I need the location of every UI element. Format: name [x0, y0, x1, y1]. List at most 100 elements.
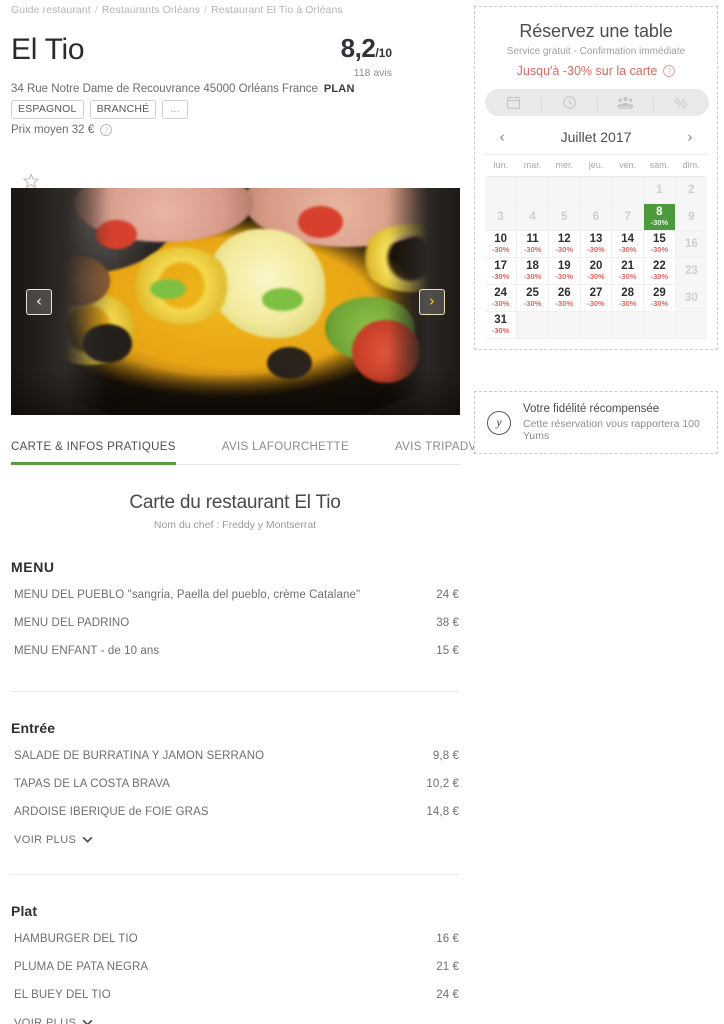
menu-item[interactable]: MENU ENFANT - de 10 ans 15 € [11, 637, 459, 665]
menu-item[interactable]: PLUMA DE PATA NEGRA 21 € [11, 953, 459, 981]
booking-step-offer[interactable]: % [653, 89, 709, 116]
calendar-cell-empty [580, 311, 613, 339]
breadcrumb-item-2[interactable]: Restaurant El Tio à Orléans [211, 4, 343, 16]
calendar-day-available[interactable]: 24 -30% [485, 284, 518, 312]
calendar-day-available[interactable]: 12 -30% [548, 230, 581, 258]
calendar-day-available[interactable]: 27 -30% [580, 284, 613, 312]
breadcrumb-item-1[interactable]: Restaurants Orléans [102, 4, 200, 16]
menu-item-name: MENU DEL PADRINO [14, 617, 130, 629]
calendar-week-row: 12 [485, 176, 707, 204]
calendar-day-unavailable: 2 [675, 176, 707, 204]
menu-item-price: 10,2 € [426, 778, 459, 790]
calendar-day-available[interactable]: 19 -30% [548, 257, 581, 285]
calendar-day-number: 10 [494, 233, 507, 245]
menu-title: Carte du restaurant El Tio [129, 492, 341, 513]
calendar-day-available[interactable]: 22 -30% [643, 257, 676, 285]
menu-item[interactable]: EL BUEY DEL TIO 24 € [11, 981, 459, 1009]
plan-link[interactable]: PLAN [324, 83, 355, 95]
people-icon [616, 96, 634, 109]
calendar-day-available[interactable]: 25 -30% [516, 284, 549, 312]
booking-steps: % [485, 89, 709, 116]
tag-ambiance[interactable]: BRANCHÉ [89, 100, 157, 119]
info-icon[interactable]: ? [663, 65, 676, 77]
calendar-day-unavailable: 7 [611, 203, 645, 231]
calendar-cell-empty [485, 176, 518, 204]
calendar-next-button[interactable]: › [681, 128, 699, 146]
breadcrumb: Guide restaurant / Restaurants Orléans / Res… [11, 4, 343, 16]
review-count[interactable]: 118 avis [242, 67, 392, 79]
menu-item[interactable]: ARDOISE IBERIQUE de FOIE GRAS 14,8 € [11, 798, 459, 826]
breadcrumb-item-0[interactable]: Guide restaurant [11, 4, 91, 16]
calendar-cell-empty [516, 176, 549, 204]
calendar-day-available[interactable]: 10 -30% [485, 230, 518, 258]
calendar-day-number: 5 [561, 210, 568, 223]
calendar-day-promo: -30% [555, 272, 574, 281]
booking-step-date[interactable] [485, 89, 541, 116]
calendar-day-number: 13 [589, 233, 603, 245]
menu-item[interactable]: TAPAS DE LA COSTA BRAVA 10,2 € [11, 770, 459, 798]
calendar-day-number: 1 [656, 183, 663, 196]
address-line: 34 Rue Notre Dame de Recouvrance 45000 O… [11, 83, 355, 95]
photo-prev-button[interactable]: ‹ [26, 288, 52, 315]
calendar-day-promo: -30% [491, 299, 510, 308]
calendar-weekday: mer. [548, 154, 581, 177]
restaurant-photo [11, 188, 460, 415]
calendar-day-number: 21 [621, 260, 635, 272]
calendar-day-available[interactable]: 26 -30% [548, 284, 581, 312]
menu-item[interactable]: SALADE DE BURRATINA Y JAMON SERRANO 9,8 … [11, 742, 459, 770]
calendar-day-promo: -30% [650, 218, 669, 227]
tab-carte-infos[interactable]: CARTE & INFOS PRATIQUES [11, 441, 176, 465]
calendar-weekday: dim. [675, 154, 707, 177]
calendar-week-row: 24 -30% 25 -30% 26 -30% 27 -30% 28 -30% 29 -30% 30 [485, 284, 707, 312]
calendar-day-number: 26 [557, 287, 571, 299]
calendar-day-available[interactable]: 15 -30% [643, 230, 676, 258]
calendar-day-available[interactable]: 11 -30% [516, 230, 549, 258]
calendar-day-available[interactable]: 28 -30% [611, 284, 645, 312]
voir-plus-button-entree[interactable]: VOIR PLUS [11, 826, 93, 846]
restaurant-photo-carousel[interactable]: ‹ › [11, 188, 460, 415]
calendar-day-selected[interactable]: 8 -30% [643, 203, 676, 231]
menu-section-menu: MENU MENU DEL PUEBLO "sangria, Paella de… [0, 559, 470, 665]
yums-icon: y [487, 410, 511, 435]
calendar-day-unavailable: 3 [485, 203, 518, 231]
breadcrumb-separator: / [204, 4, 208, 16]
calendar-day-unavailable: 9 [675, 203, 707, 231]
calendar-day-available[interactable]: 13 -30% [580, 230, 613, 258]
tag-more-button[interactable]: ... [162, 100, 188, 119]
calendar-cell-empty [580, 176, 613, 204]
chef-name: Nom du chef : Freddy y Montserrat [153, 519, 317, 531]
rating-scale: /10 [375, 46, 392, 60]
photo-next-button[interactable]: › [419, 288, 445, 315]
calendar-day-promo: -30% [491, 245, 510, 254]
calendar-day-available[interactable]: 21 -30% [611, 257, 645, 285]
tag-cuisine[interactable]: ESPAGNOL [11, 100, 84, 119]
calendar-day-promo: -30% [587, 245, 605, 254]
info-icon[interactable]: ? [100, 124, 113, 136]
calendar-day-number: 12 [557, 233, 571, 245]
calendar-day-available[interactable]: 14 -30% [611, 230, 645, 258]
calendar-day-available[interactable]: 31 -30% [485, 311, 518, 339]
calendar-day-promo: -30% [618, 245, 637, 254]
calendar-prev-button[interactable]: ‹ [493, 128, 511, 146]
calendar-day-number: 16 [684, 237, 698, 250]
calendar-day-number: 15 [652, 233, 666, 245]
menu-item[interactable]: MENU DEL PUEBLO "sangria, Paella del pue… [11, 581, 459, 609]
tab-avis-lafourchette[interactable]: AVIS LAFOURCHETTE [222, 441, 349, 465]
calendar-day-number: 2 [688, 183, 695, 196]
booking-step-time[interactable] [541, 89, 597, 116]
calendar-weekday: lun. [485, 154, 517, 177]
calendar-day-available[interactable]: 29 -30% [643, 284, 676, 312]
booking-step-guests[interactable] [597, 89, 653, 116]
calendar-day-available[interactable]: 17 -30% [485, 257, 518, 285]
voir-plus-button-plat[interactable]: VOIR PLUS [11, 1009, 93, 1024]
calendar-day-promo: -30% [523, 299, 542, 308]
menu-item-name: SALADE DE BURRATINA Y JAMON SERRANO [14, 750, 265, 762]
calendar-day-available[interactable]: 18 -30% [516, 257, 549, 285]
calendar-day-number: 14 [621, 233, 635, 245]
menu-item[interactable]: HAMBURGER DEL TIO 16 € [11, 925, 459, 953]
calendar-day-number: 6 [592, 210, 600, 223]
menu-item[interactable]: MENU DEL PADRINO 38 € [11, 609, 459, 637]
menu-item-name: HAMBURGER DEL TIO [14, 933, 138, 945]
calendar-day-available[interactable]: 20 -30% [580, 257, 613, 285]
average-price: Prix moyen 32 € ? [11, 124, 113, 136]
